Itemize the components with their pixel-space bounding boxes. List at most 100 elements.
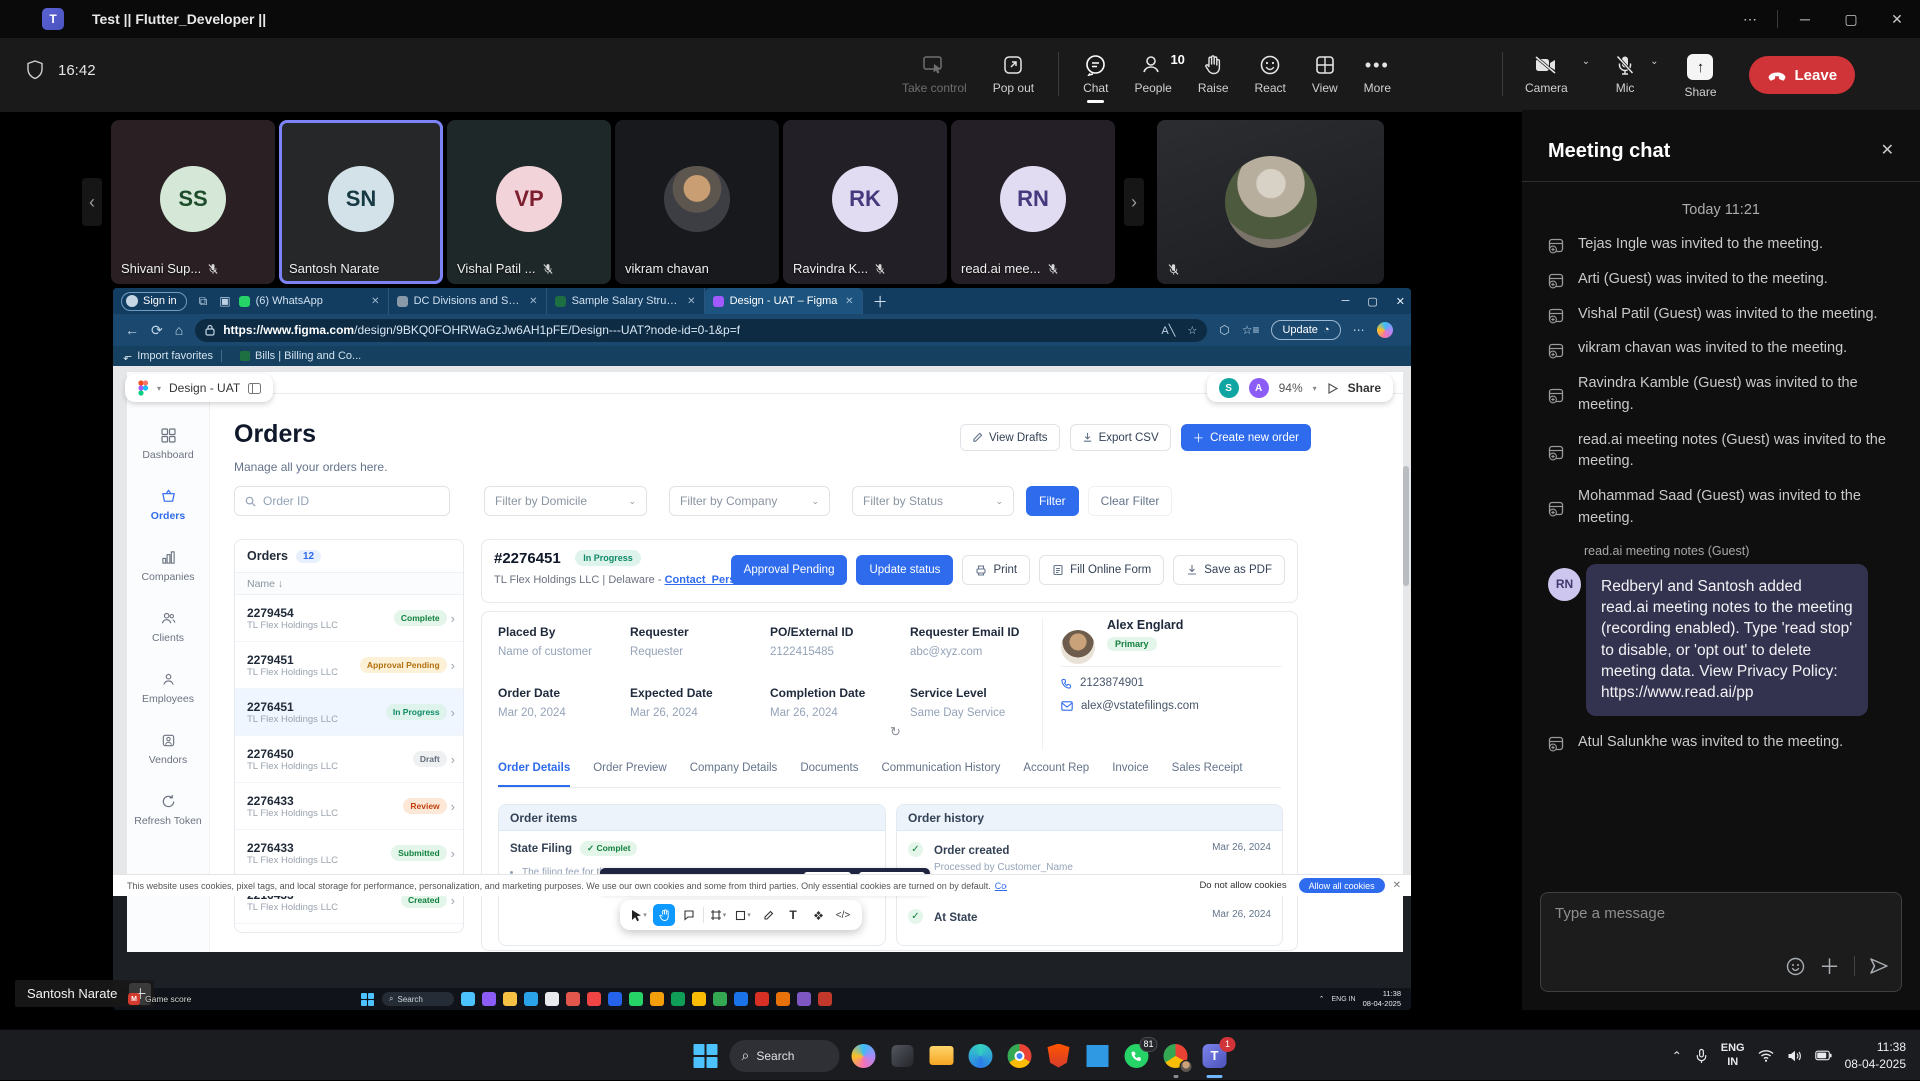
app-icon[interactable] [629,992,643,1006]
filter-status-select[interactable]: Filter by Status⌄ [852,486,1014,516]
spotlight-tile[interactable] [1157,120,1384,284]
tray-chevron-icon[interactable]: ⌃ [1319,995,1325,1003]
deny-cookies-button[interactable]: Do not allow cookies [1199,880,1286,891]
sidebar-item-refresh-token[interactable]: Refresh Token [127,788,209,849]
browser-menu-icon[interactable]: ⋯ [1353,323,1365,337]
chat-input-box[interactable]: ＋ [1540,892,1902,992]
app-icon[interactable] [482,992,496,1006]
chrome-icon[interactable] [1005,1041,1035,1071]
app-icon[interactable] [650,992,664,1006]
react-button[interactable]: React [1245,46,1296,101]
filter-domicile-select[interactable]: Filter by Domicile⌄ [484,486,647,516]
sidebar-item-companies[interactable]: Companies [127,544,209,605]
share-button[interactable]: ↑ Share [1674,46,1726,105]
teams-icon[interactable]: T 1 [1200,1041,1230,1071]
emoji-icon[interactable] [1786,957,1805,976]
table-row[interactable]: 2279451TL Flex Holdings LLC Approval Pen… [235,642,463,689]
browser-tab-active[interactable]: Design - UAT – Figma✕ [705,288,863,314]
import-favorites-button[interactable]: ⬐Import favorites [123,350,213,363]
copilot-icon[interactable] [1377,322,1393,338]
browser-tab[interactable]: Sample Salary Structure with calc✕ [547,288,705,314]
url-field[interactable]: https://www.figma.com/design/9BKQ0FOHRWa… [195,319,1207,342]
update-status-button[interactable]: Update status [856,555,953,585]
read-aloud-icon[interactable]: A╲ [1161,324,1175,337]
tab-order-preview[interactable]: Order Preview [593,762,667,787]
table-row[interactable]: 2276433TL Flex Holdings LLC Review › [235,783,463,830]
tab-documents[interactable]: Documents [800,762,858,787]
app-icon[interactable] [797,992,811,1006]
participant-tile[interactable]: RK Ravindra K... [783,120,947,284]
browser-tab[interactable]: (6) WhatsApp✕ [231,288,389,314]
workspaces-icon[interactable]: ▣ [219,294,230,308]
resources-tool-icon[interactable] [807,904,829,926]
collaborator-avatar[interactable]: S [1219,378,1239,398]
minimize-button[interactable]: ─ [1782,0,1828,38]
tab-close-icon[interactable]: ✕ [529,296,537,307]
shape-tool-icon[interactable]: ▾ [732,904,754,926]
table-row[interactable]: 2279454TL Flex Holdings LLC Complete › [235,595,463,642]
participant-tile[interactable]: vikram chavan [615,120,779,284]
battery-icon[interactable] [1815,1050,1832,1061]
close-icon[interactable]: ✕ [1393,880,1401,891]
column-header-name[interactable]: Name ↓ [235,572,463,595]
browser-minimize-icon[interactable]: ─ [1342,295,1350,307]
sidebar-item-orders[interactable]: Orders [127,483,209,544]
table-row[interactable]: 2276450TL Flex Holdings LLC Draft › [235,736,463,783]
table-row-selected[interactable]: 2276451TL Flex Holdings LLC In Progress … [235,689,463,736]
clear-filter-button[interactable]: Clear Filter [1088,486,1173,516]
home-icon[interactable]: ⌂ [175,322,183,338]
leave-button[interactable]: Leave [1749,56,1856,94]
language-indicator[interactable]: ENGIN [1721,1042,1745,1068]
view-drafts-button[interactable]: View Drafts [960,424,1060,451]
browser-close-icon[interactable]: ✕ [1396,295,1405,308]
mic-button[interactable]: Mic [1604,46,1646,101]
hidden-icons-chevron[interactable]: ⌃ [1672,1049,1682,1063]
filter-button[interactable]: Filter [1026,486,1079,516]
favorite-star-icon[interactable]: ☆ [1187,324,1197,337]
page-scrollbar[interactable] [1403,466,1409,586]
cookies-settings-link[interactable]: Cookies settings [995,881,1007,891]
create-new-order-button[interactable]: ＋ Create new order [1181,424,1311,451]
approval-pending-button[interactable]: Approval Pending [731,555,848,585]
tab-communication-history[interactable]: Communication History [881,762,1000,787]
tab-order-details[interactable]: Order Details [498,762,570,787]
edge-icon[interactable] [966,1041,996,1071]
attach-plus-icon[interactable]: ＋ [1819,951,1840,981]
app-icon[interactable] [888,1041,918,1071]
export-csv-button[interactable]: Export CSV [1070,424,1171,451]
send-icon[interactable] [1869,957,1889,975]
start-button[interactable] [691,1041,721,1071]
hand-tool-icon[interactable] [653,904,675,926]
participant-tile[interactable]: VP Vishal Patil ... [447,120,611,284]
tab-close-icon[interactable]: ✕ [845,296,853,307]
pop-out-button[interactable]: Pop out [983,46,1044,101]
sidebar-item-dashboard[interactable]: Dashboard [127,422,209,483]
camera-options-chevron-icon[interactable]: ⌄ [1582,56,1590,67]
bookmark-item[interactable]: Bills | Billing and Co... [240,350,361,362]
present-icon[interactable] [1327,383,1338,394]
take-control-button[interactable]: Take control [892,46,977,101]
contact-email[interactable]: alex@vstatefilings.com [1061,700,1282,712]
restore-button[interactable]: ▢ [1828,0,1874,38]
new-tab-icon[interactable]: ＋ [873,291,888,312]
back-icon[interactable]: ← [125,322,139,338]
raise-hand-button[interactable]: Raise [1188,46,1239,101]
wifi-icon[interactable] [1758,1049,1774,1062]
volume-icon[interactable] [1787,1049,1802,1063]
app-icon[interactable] [503,992,517,1006]
tray-clock[interactable]: 11:3808-04-2025 [1363,989,1401,1009]
chat-button[interactable]: Chat [1073,46,1118,101]
app-icon[interactable] [524,992,538,1006]
contact-phone[interactable]: 2123874901 [1061,677,1282,689]
browser-signin-button[interactable]: Sign in [121,292,187,311]
taskbar-clock[interactable]: 11:38 08-04-2025 [1845,1039,1906,1071]
vscode-icon[interactable] [1083,1041,1113,1071]
message-input[interactable] [1555,905,1887,922]
filter-company-select[interactable]: Filter by Company⌄ [669,486,830,516]
sidebar-item-clients[interactable]: Clients [127,605,209,666]
file-explorer-icon[interactable] [927,1041,957,1071]
table-row[interactable]: 2276433TL Flex Holdings LLC Submitted › [235,830,463,877]
window-more-icon[interactable]: ⋯ [1727,0,1773,38]
close-chat-icon[interactable]: ✕ [1881,140,1894,160]
print-button[interactable]: Print [962,555,1030,585]
